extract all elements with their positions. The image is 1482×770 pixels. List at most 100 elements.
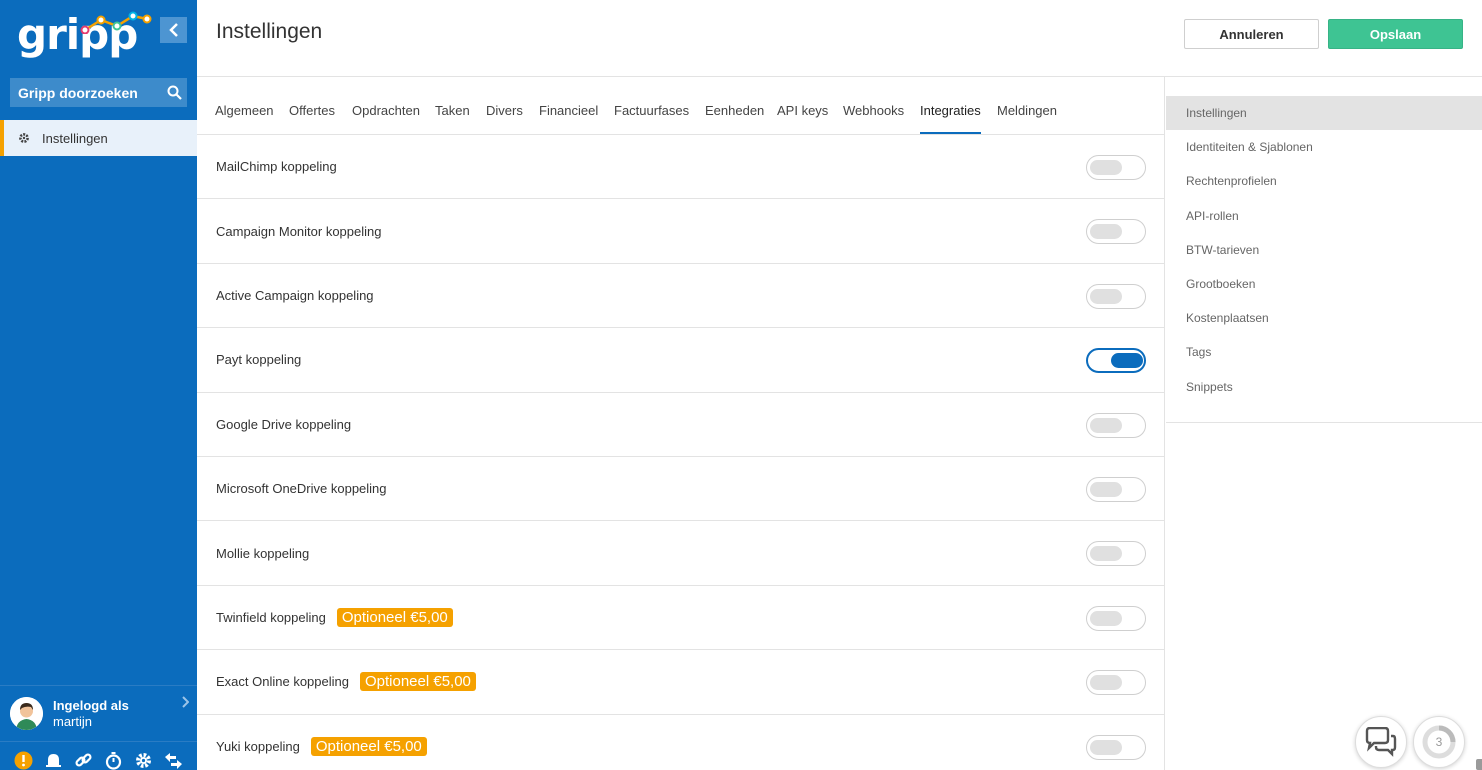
integration-row-onedrive: Microsoft OneDrive koppeling xyxy=(197,457,1165,522)
integration-label: Yuki koppeling xyxy=(216,738,300,754)
integration-row-google-drive: Google Drive koppeling xyxy=(197,393,1165,457)
timer-icon[interactable] xyxy=(104,751,123,770)
integration-toggle[interactable] xyxy=(1086,155,1146,180)
page-title: Instellingen xyxy=(216,20,323,43)
integration-label: Mollie koppeling xyxy=(216,545,310,561)
search-placeholder: Gripp doorzoeken xyxy=(18,84,138,101)
submenu-item-grootboeken[interactable]: Grootboeken xyxy=(1166,267,1482,301)
search-field[interactable]: Gripp doorzoeken xyxy=(10,78,187,107)
integration-row-payt: Payt koppeling xyxy=(197,328,1165,393)
submenu-item-instellingen[interactable]: Instellingen xyxy=(1166,96,1482,131)
tab-divers[interactable]: Divers xyxy=(486,103,523,134)
integration-toggle[interactable] xyxy=(1086,605,1146,631)
submenu-item-snippets[interactable]: Snippets xyxy=(1166,370,1482,404)
integration-label: Campaign Monitor koppeling xyxy=(216,223,382,239)
tab-webhooks[interactable]: Webhooks xyxy=(843,103,904,134)
settings-tabs: Algemeen Offertes Opdrachten Taken Diver… xyxy=(197,77,1165,135)
submenu-item-api-rollen[interactable]: API-rollen xyxy=(1166,199,1482,233)
chat-bubbles-icon xyxy=(1365,727,1397,757)
integration-toggle[interactable] xyxy=(1086,476,1146,502)
toggle-knob xyxy=(1090,739,1122,755)
submenu-item-rechtenprofielen[interactable]: Rechtenprofielen xyxy=(1166,164,1482,198)
tab-taken[interactable]: Taken xyxy=(435,103,470,134)
integration-row-mailchimp: MailChimp koppeling xyxy=(197,135,1165,200)
notifications-button[interactable]: 3 xyxy=(1413,716,1465,768)
integration-row-exact-online: Exact Online koppeling Optioneel €5,00 xyxy=(197,650,1165,715)
tab-meldingen[interactable]: Meldingen xyxy=(997,103,1057,134)
gear-icon xyxy=(18,132,30,144)
integrations-list: MailChimp koppeling Campaign Monitor kop… xyxy=(197,135,1165,770)
sidebar-item-instellingen[interactable]: Instellingen xyxy=(0,120,197,156)
optional-price-badge: Optioneel €5,00 xyxy=(359,672,476,692)
switch-arrows-icon[interactable] xyxy=(164,751,183,770)
integration-row-twinfield: Twinfield koppeling Optioneel €5,00 xyxy=(197,586,1165,651)
bell-icon[interactable] xyxy=(44,751,63,770)
integration-label: Exact Online koppeling xyxy=(216,674,349,690)
integration-label: MailChimp koppeling xyxy=(216,159,337,175)
integration-toggle[interactable] xyxy=(1086,670,1146,696)
integration-label: Twinfield koppeling xyxy=(216,609,326,625)
toggle-knob xyxy=(1111,353,1143,369)
notifications-count: 3 xyxy=(1435,735,1443,749)
chat-button[interactable] xyxy=(1355,716,1407,768)
page-header: Instellingen Annuleren Opslaan xyxy=(197,0,1482,77)
toggle-knob xyxy=(1090,417,1122,433)
integration-row-active-campaign: Active Campaign koppeling xyxy=(197,264,1165,329)
toggle-knob xyxy=(1090,224,1122,240)
avatar xyxy=(10,697,43,730)
integration-toggle[interactable] xyxy=(1086,412,1146,438)
logo-dots-icon xyxy=(80,11,152,34)
tab-factuurfases[interactable]: Factuurfases xyxy=(614,103,689,134)
integration-row-mollie: Mollie koppeling xyxy=(197,521,1165,586)
collapse-sidebar-button[interactable] xyxy=(160,17,187,43)
tab-algemeen[interactable]: Algemeen xyxy=(215,103,274,134)
integration-toggle[interactable] xyxy=(1086,283,1146,309)
submenu-item-identiteiten[interactable]: Identiteiten & Sjablonen xyxy=(1166,130,1482,164)
optional-price-badge: Optioneel €5,00 xyxy=(336,607,453,627)
link-icon[interactable] xyxy=(74,751,93,770)
submenu-item-tags[interactable]: Tags xyxy=(1166,335,1482,369)
chevron-right-icon[interactable] xyxy=(181,696,189,708)
toggle-knob xyxy=(1090,160,1122,175)
integration-row-campaign-monitor: Campaign Monitor koppeling xyxy=(197,199,1165,264)
sidebar: gripp Gripp doorzoeken Instellingen Inge… xyxy=(0,0,197,770)
integration-label: Microsoft OneDrive koppeling xyxy=(216,481,387,497)
integration-toggle[interactable] xyxy=(1086,541,1146,567)
save-button[interactable]: Opslaan xyxy=(1328,19,1463,49)
tab-financieel[interactable]: Financieel xyxy=(539,103,598,134)
gripp-logo[interactable]: gripp xyxy=(17,11,152,56)
optional-price-badge: Optioneel €5,00 xyxy=(310,736,427,756)
tab-eenheden[interactable]: Eenheden xyxy=(705,103,764,134)
integration-toggle[interactable] xyxy=(1086,219,1146,245)
scrollbar-corner[interactable] xyxy=(1476,759,1482,770)
bottom-toolbar xyxy=(14,751,183,770)
toggle-knob xyxy=(1090,481,1122,497)
integration-label: Active Campaign koppeling xyxy=(216,287,374,303)
tab-opdrachten[interactable]: Opdrachten xyxy=(352,103,420,134)
toggle-knob xyxy=(1090,675,1122,691)
user-name: martijn xyxy=(53,713,93,729)
tab-offertes[interactable]: Offertes xyxy=(289,103,335,134)
integration-toggle[interactable] xyxy=(1086,348,1146,374)
sidebar-item-label: Instellingen xyxy=(42,130,108,146)
settings-submenu: Instellingen Identiteiten & Sjablonen Re… xyxy=(1166,96,1482,423)
integration-row-yuki: Yuki koppeling Optioneel €5,00 xyxy=(197,715,1165,770)
search-icon[interactable] xyxy=(161,85,187,100)
integration-label: Google Drive koppeling xyxy=(216,416,352,432)
main-content: Algemeen Offertes Opdrachten Taken Diver… xyxy=(197,77,1165,770)
tab-integraties[interactable]: Integraties xyxy=(920,103,981,134)
integration-toggle[interactable] xyxy=(1086,734,1146,760)
logged-in-label: Ingelogd als xyxy=(53,697,129,713)
tips-icon[interactable] xyxy=(14,751,33,770)
toggle-knob xyxy=(1090,610,1122,626)
submenu-item-kostenplaatsen[interactable]: Kostenplaatsen xyxy=(1166,301,1482,335)
user-panel[interactable]: Ingelogd als martijn xyxy=(0,685,197,742)
integration-label: Payt koppeling xyxy=(216,352,302,368)
submenu-item-btw-tarieven[interactable]: BTW-tarieven xyxy=(1166,233,1482,267)
chevron-left-icon xyxy=(168,23,178,37)
toggle-knob xyxy=(1090,288,1122,304)
toggle-knob xyxy=(1090,546,1122,562)
cancel-button[interactable]: Annuleren xyxy=(1184,19,1319,49)
settings-gear-icon[interactable] xyxy=(134,751,153,770)
tab-api-keys[interactable]: API keys xyxy=(777,103,828,134)
